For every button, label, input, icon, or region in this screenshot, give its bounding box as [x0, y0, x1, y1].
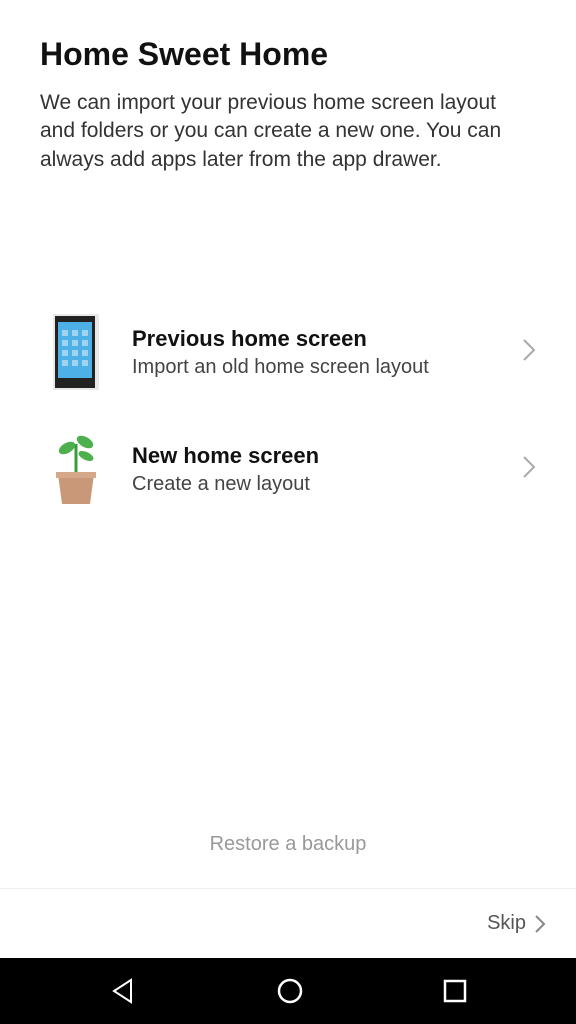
option-previous-subtitle: Import an old home screen layout	[132, 356, 522, 379]
option-previous-title: Previous home screen	[132, 326, 522, 352]
option-new-title: New home screen	[132, 443, 522, 469]
option-new-subtitle: Create a new layout	[132, 473, 522, 496]
chevron-right-icon	[522, 455, 536, 484]
option-new-home-screen[interactable]: New home screen Create a new layout	[40, 410, 536, 528]
skip-bar: Skip	[0, 888, 576, 958]
recent-apps-button[interactable]	[443, 979, 467, 1003]
skip-button[interactable]: Skip	[487, 912, 546, 935]
back-button[interactable]	[109, 977, 137, 1005]
phone-icon	[40, 314, 112, 390]
android-nav-bar	[0, 958, 576, 1024]
chevron-right-icon	[522, 338, 536, 367]
chevron-right-icon	[534, 914, 546, 934]
page-title: Home Sweet Home	[40, 36, 536, 73]
restore-backup-link[interactable]: Restore a backup	[40, 809, 536, 888]
plant-icon	[40, 430, 112, 508]
page-description: We can import your previous home screen …	[40, 89, 536, 174]
home-button[interactable]	[276, 977, 304, 1005]
option-previous-home-screen[interactable]: Previous home screen Import an old home …	[40, 294, 536, 410]
skip-label: Skip	[487, 912, 526, 935]
